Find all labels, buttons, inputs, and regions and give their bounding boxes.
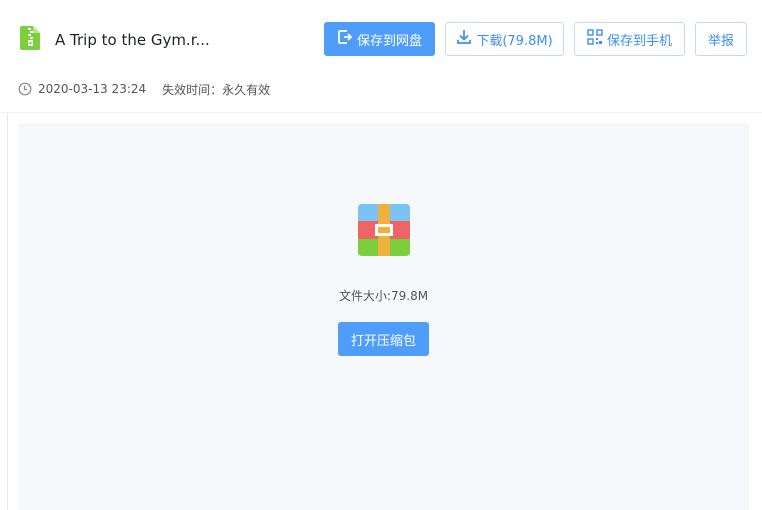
upload-date: 2020-03-13 23:24 xyxy=(38,82,147,96)
archive-icon xyxy=(358,204,410,256)
clock-icon xyxy=(18,82,32,96)
download-label: 下载(79.8M) xyxy=(476,33,553,49)
open-archive-button[interactable]: 打开压缩包 xyxy=(338,322,429,356)
left-divider xyxy=(7,112,8,510)
download-icon xyxy=(456,29,472,49)
save-to-cloud-label: 保存到网盘 xyxy=(356,33,422,49)
report-label: 举报 xyxy=(707,33,734,49)
report-button[interactable]: 举报 xyxy=(695,22,747,56)
share-page: A Trip to the Gym.r... 保存到网盘 下载(79.8M) 保… xyxy=(0,0,762,510)
open-archive-label: 打开压缩包 xyxy=(350,333,416,349)
archive-preview-panel: 文件大小:79.8M 打开压缩包 xyxy=(18,123,749,510)
qr-code-icon xyxy=(587,29,603,49)
save-to-phone-label: 保存到手机 xyxy=(606,33,672,49)
save-cloud-icon xyxy=(337,29,353,49)
file-size-text: 文件大小:79.8M xyxy=(338,289,429,303)
download-button[interactable]: 下载(79.8M) xyxy=(445,22,564,56)
expire-time: 失效时间：永久有效 xyxy=(162,82,271,97)
file-meta: 2020-03-13 23:24 失效时间：永久有效 xyxy=(18,81,270,97)
save-to-phone-button[interactable]: 保存到手机 xyxy=(574,22,685,56)
file-header: A Trip to the Gym.r... 保存到网盘 下载(79.8M) 保… xyxy=(0,0,762,113)
zip-file-icon xyxy=(20,26,40,50)
save-to-cloud-button[interactable]: 保存到网盘 xyxy=(324,22,435,56)
file-title: A Trip to the Gym.r... xyxy=(55,31,210,49)
